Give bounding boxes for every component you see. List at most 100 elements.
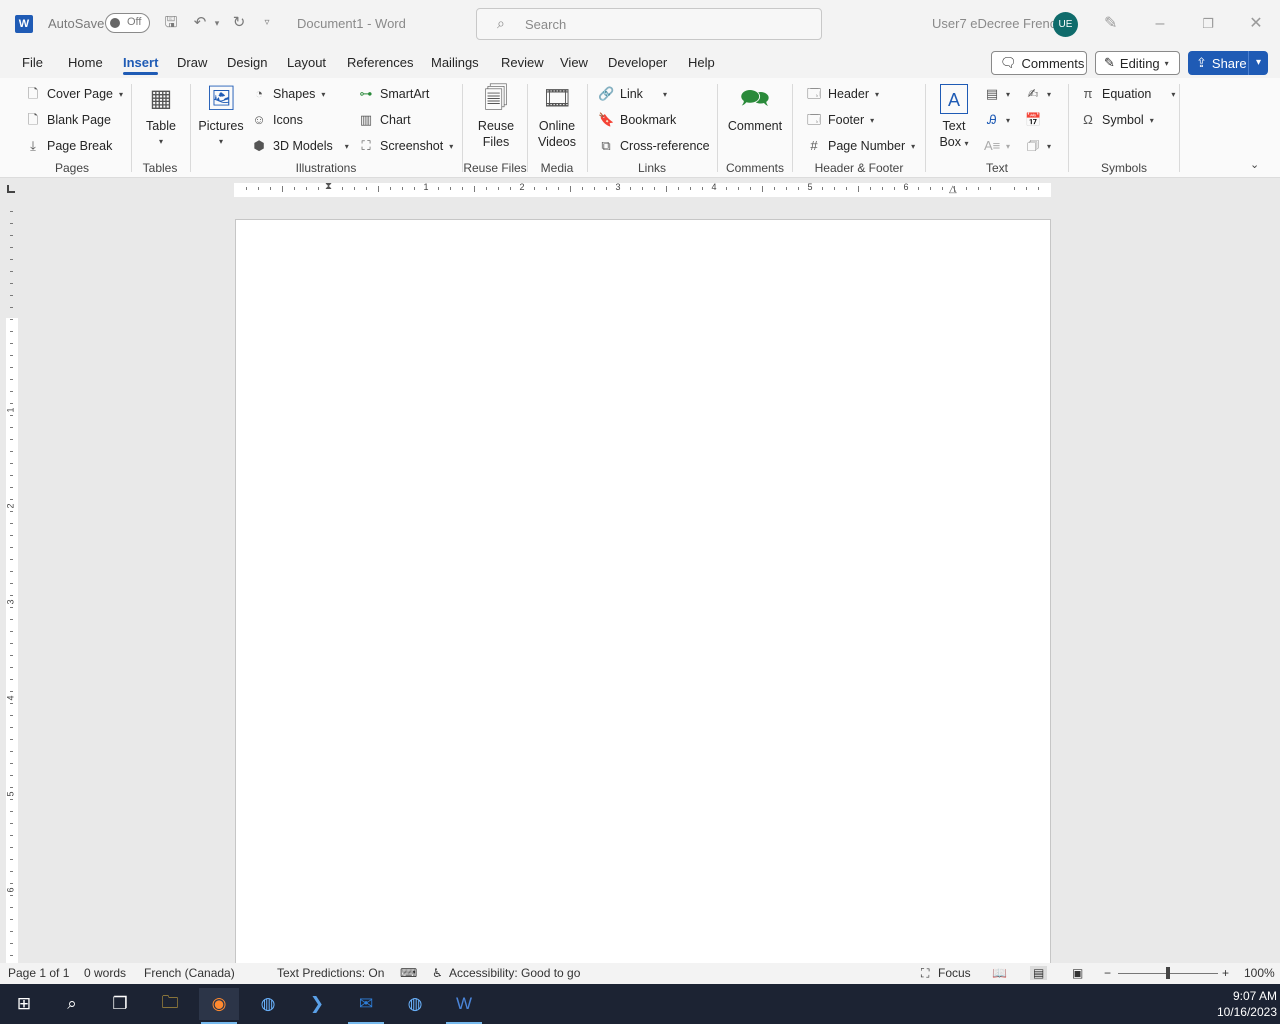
indent-marker-icon[interactable]: ⧗ xyxy=(325,181,332,192)
restore-icon[interactable]: ❐ xyxy=(1196,12,1220,36)
vertical-ruler[interactable]: 1 2 3 4 5 6 xyxy=(0,201,24,963)
comments-button[interactable]: 🗨 Comments xyxy=(991,51,1087,75)
zoom-slider-thumb[interactable] xyxy=(1166,967,1170,979)
zoom-in-icon[interactable]: + xyxy=(1222,966,1229,980)
header-button[interactable]: 🗔 Header ▾ xyxy=(806,83,879,105)
page-break-icon: ⤓ xyxy=(30,138,36,153)
focus-button[interactable]: Focus xyxy=(938,966,971,980)
cover-page-button[interactable]: 🗋 Cover Page ▾ xyxy=(25,83,123,105)
bookmark-button[interactable]: 🔖 Bookmark xyxy=(598,109,676,131)
word-logo-icon: W xyxy=(15,15,33,33)
designer-pen-icon[interactable]: ✎ xyxy=(1104,13,1117,33)
macro-record-icon[interactable]: ⌨ xyxy=(400,966,417,980)
minimize-icon[interactable]: – xyxy=(1148,12,1172,36)
search-icon[interactable]: ⌕ xyxy=(52,988,92,1020)
undo-dropdown-icon[interactable]: ▾ xyxy=(207,13,227,33)
page-number-button[interactable]: # Page Number ▾ xyxy=(806,135,915,157)
zoom-out-icon[interactable]: − xyxy=(1104,966,1111,980)
text-box-button[interactable]: A Text Box ▾ xyxy=(935,84,973,152)
symbol-button[interactable]: Ω Symbol ▾ xyxy=(1080,109,1154,131)
3d-models-button[interactable]: ⬢ 3D Models ▾ xyxy=(251,135,348,157)
customize-qat-icon[interactable]: ▿ xyxy=(257,13,277,33)
ruler-tick xyxy=(10,319,13,320)
user-name[interactable]: User7 eDecree French xyxy=(932,16,1064,31)
pictures-button[interactable]: 🖼 Pictures ▾ xyxy=(198,84,244,150)
link-button[interactable]: 🔗 Link ▾ xyxy=(598,83,667,105)
file-explorer-icon[interactable]: 🗀 xyxy=(150,988,190,1020)
tab-selector-icon[interactable] xyxy=(7,185,15,193)
horizontal-ruler[interactable]: 1 2 3 4 5 6 ⧗ △ xyxy=(0,179,1280,201)
quick-parts-button[interactable]: ▤ ▾ xyxy=(984,83,1010,105)
shapes-button[interactable]: ◔ Shapes ▾ xyxy=(251,83,325,105)
zoom-level[interactable]: 100% xyxy=(1244,966,1275,980)
task-view-icon[interactable]: ❐ xyxy=(100,988,140,1020)
footer-button[interactable]: 🗔 Footer ▾ xyxy=(806,109,874,131)
reuse-files-button[interactable]: 🗐 Reuse Files xyxy=(474,84,518,150)
ruler-tick xyxy=(10,871,13,872)
ruler-tick xyxy=(378,186,379,192)
close-icon[interactable]: ✕ xyxy=(1244,12,1268,36)
collapse-ribbon-icon[interactable]: ⌄ xyxy=(1250,158,1259,171)
share-dropdown-icon[interactable]: ▾ xyxy=(1248,51,1268,75)
windows-start-icon[interactable]: ⊞ xyxy=(4,988,44,1020)
tab-mailings[interactable]: Mailings xyxy=(431,55,479,70)
text-predictions-status[interactable]: Text Predictions: On xyxy=(277,966,384,980)
text-box-icon: A xyxy=(940,84,968,114)
cross-reference-button[interactable]: ⧉ Cross-reference xyxy=(598,135,709,157)
ruler-tick xyxy=(666,186,667,192)
tab-home[interactable]: Home xyxy=(68,55,103,70)
ruler-tick xyxy=(10,667,13,668)
page-count[interactable]: Page 1 of 1 xyxy=(8,966,69,980)
tab-draw[interactable]: Draw xyxy=(177,55,207,70)
document-page[interactable] xyxy=(235,219,1051,963)
blank-page-button[interactable]: 🗋 Blank Page xyxy=(25,109,111,131)
share-button[interactable]: ⇪ Share ▾ xyxy=(1188,51,1268,75)
tab-view[interactable]: View xyxy=(560,55,588,70)
tab-developer[interactable]: Developer xyxy=(608,55,667,70)
icons-button[interactable]: ☺ Icons xyxy=(251,109,303,131)
firefox-icon[interactable]: ◉ xyxy=(199,988,239,1024)
comment-button[interactable]: 🗪 Comment xyxy=(726,84,784,134)
signature-line-button[interactable]: ✍ ▾ xyxy=(1025,83,1051,105)
wordart-button[interactable]: Ꭿ ▾ xyxy=(984,109,1010,131)
table-button[interactable]: ▦ Table ▾ xyxy=(142,84,180,150)
powershell-icon[interactable]: ❯ xyxy=(297,988,337,1020)
right-indent-icon[interactable]: △ xyxy=(949,184,957,195)
chart-button[interactable]: ▥ Chart xyxy=(358,109,411,131)
tab-file[interactable]: File xyxy=(22,55,43,70)
date-time-button[interactable]: 📅 xyxy=(1025,109,1041,131)
print-layout-icon[interactable]: ▤ xyxy=(1030,966,1048,980)
tab-layout[interactable]: Layout xyxy=(287,55,326,70)
smartart-button[interactable]: ⊶ SmartArt xyxy=(358,83,430,105)
tab-help[interactable]: Help xyxy=(688,55,715,70)
avatar[interactable]: UE xyxy=(1053,12,1078,37)
tab-design[interactable]: Design xyxy=(227,55,267,70)
pi-icon: π xyxy=(1083,86,1093,101)
system-clock[interactable]: 9:07 AM 10/16/2023 xyxy=(1217,988,1277,1020)
autosave-toggle[interactable]: Off xyxy=(105,13,150,33)
editing-button[interactable]: ✎ Editing ▾ xyxy=(1095,51,1180,75)
webex-meetings-icon[interactable]: ◍ xyxy=(395,988,435,1020)
equation-button[interactable]: π Equation ▾ xyxy=(1080,83,1176,105)
word-icon[interactable]: W xyxy=(444,988,484,1024)
word-count[interactable]: 0 words xyxy=(84,966,126,980)
tab-references[interactable]: References xyxy=(347,55,413,70)
webex-icon[interactable]: ◍ xyxy=(248,988,288,1020)
cube-icon: ⬢ xyxy=(253,138,265,153)
ruler-tick xyxy=(894,187,895,190)
accessibility-status[interactable]: Accessibility: Good to go xyxy=(449,966,580,980)
read-mode-icon[interactable]: 📖 xyxy=(992,966,1007,980)
online-videos-button[interactable]: 🎞 Online Videos xyxy=(534,84,580,150)
language-status[interactable]: French (Canada) xyxy=(144,966,235,980)
save-icon[interactable]: 🖫 xyxy=(161,13,181,33)
tab-insert[interactable]: Insert xyxy=(123,55,159,75)
object-button[interactable]: 🗇 ▾ xyxy=(1025,135,1051,157)
tab-review[interactable]: Review xyxy=(501,55,544,70)
page-break-button[interactable]: ⤓ Page Break xyxy=(25,135,112,157)
chevron-down-icon: ▾ xyxy=(119,89,124,99)
screenshot-button[interactable]: ⛶ Screenshot ▾ xyxy=(358,135,453,157)
outlook-icon[interactable]: ✉ xyxy=(346,988,386,1024)
redo-icon[interactable]: ↻ xyxy=(229,13,249,33)
web-layout-icon[interactable]: ▣ xyxy=(1072,966,1083,980)
search-box[interactable]: ⌕ Search xyxy=(476,8,822,40)
